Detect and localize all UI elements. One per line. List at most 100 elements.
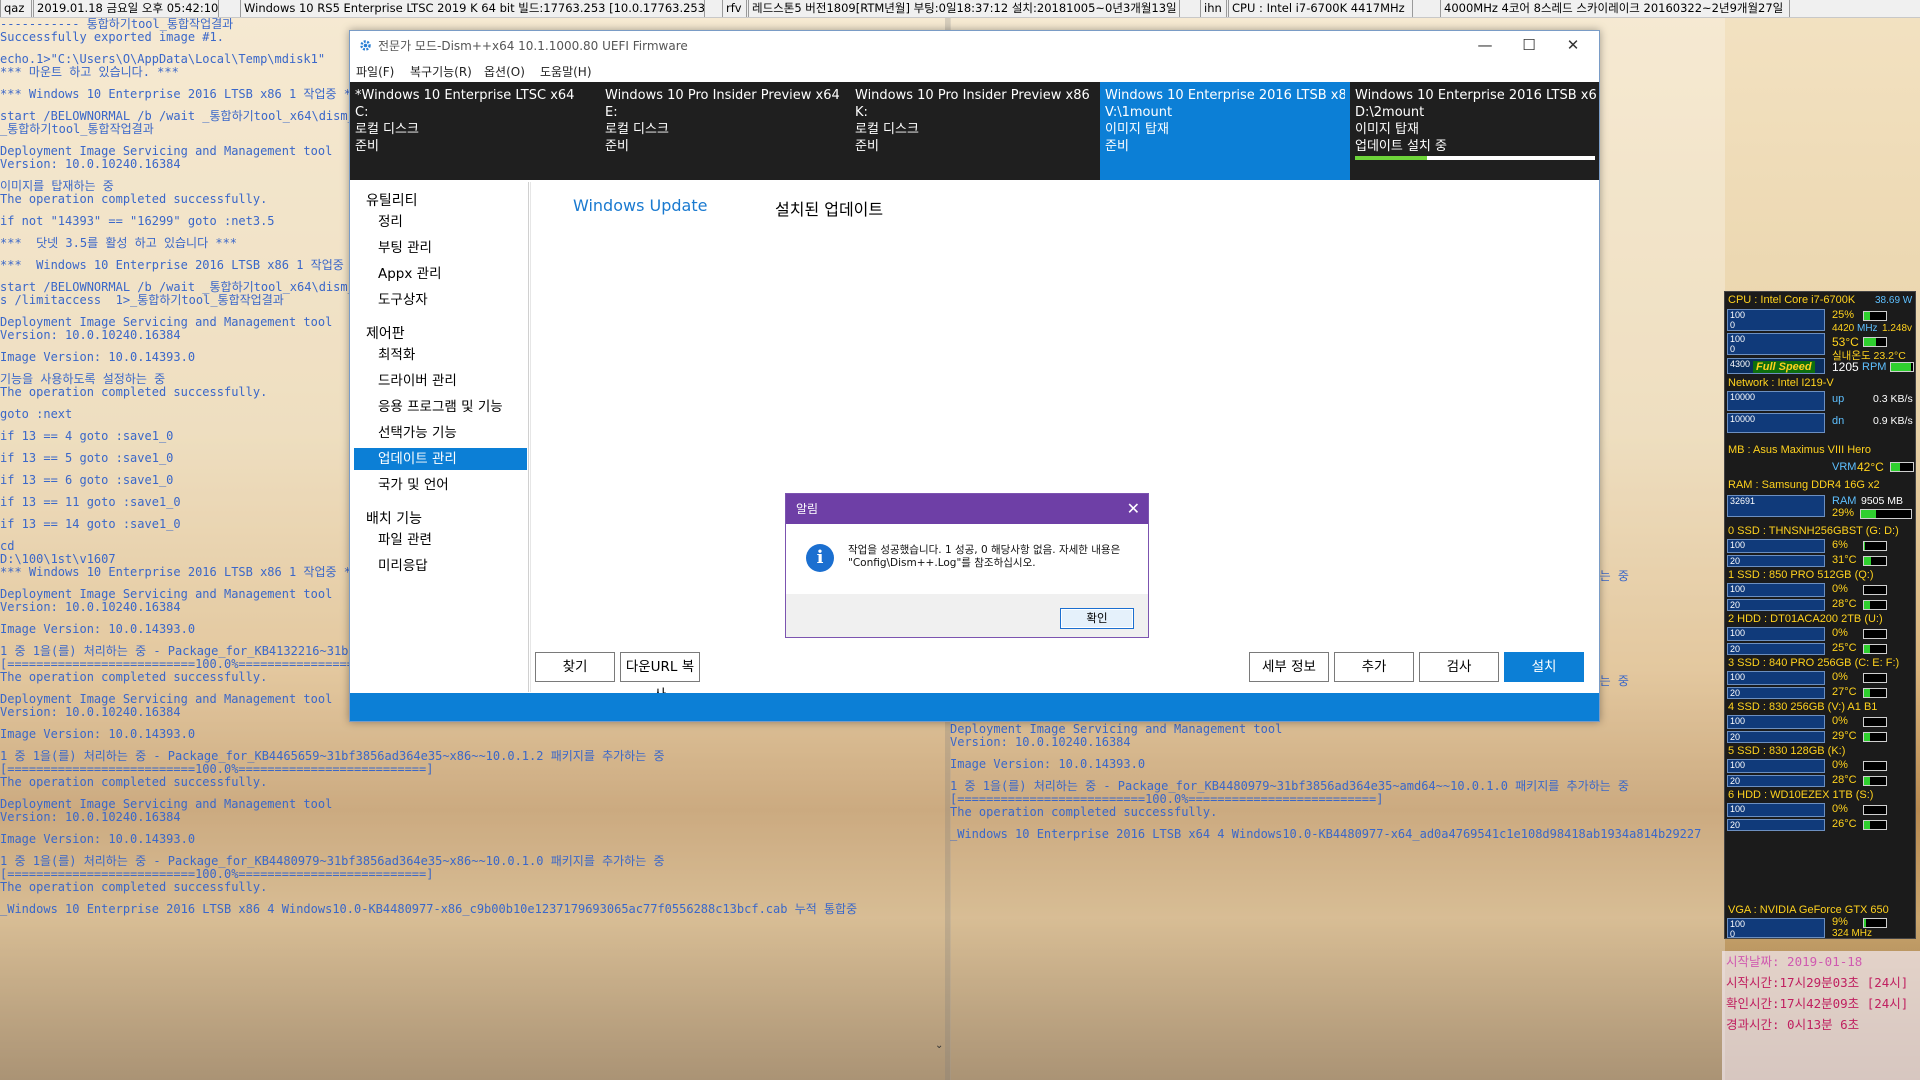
- copy-url-button[interactable]: 다운URL 복사: [620, 652, 700, 703]
- cpu-clock-unit: MHz: [1857, 323, 1878, 334]
- ram-label: RAM: [1832, 495, 1857, 507]
- tab-status: 업데이트 설치 중: [1355, 139, 1447, 154]
- tab-status: 준비: [855, 139, 879, 154]
- tab-path: D:\2mount: [1355, 105, 1425, 120]
- menu-bar: 파일(F) 복구기능(R) 옵션(O) 도움말(H): [350, 59, 1599, 81]
- minimize-icon[interactable]: —: [1463, 33, 1507, 57]
- tab-type: 로컬 디스크: [605, 122, 669, 137]
- tab-session-k[interactable]: Windows 10 Pro Insider Preview x86 K: 로컬…: [850, 82, 1100, 180]
- menu-file[interactable]: 파일(F): [356, 63, 394, 80]
- taskbar-cell: CPU : Intel i7-6700K 4417MHz: [1228, 0, 1413, 17]
- nav-item-updates[interactable]: 업데이트 관리: [354, 448, 527, 470]
- disk-header: 1 SSD : 850 PRO 512GB (Q:): [1728, 569, 1874, 581]
- tab-path: V:\1mount: [1105, 105, 1173, 120]
- dialog-title: 알림: [796, 502, 819, 516]
- disk-usage: 0%: [1832, 583, 1848, 595]
- disk-temp-bar: [1863, 556, 1887, 566]
- left-nav: 유틸리티 정리 부팅 관리 Appx 관리 도구상자 제어판 최적화 드라이버 …: [352, 182, 529, 692]
- ram-graph: 32691: [1727, 495, 1825, 517]
- nav-item-cleanup[interactable]: 정리: [354, 211, 527, 233]
- ok-button[interactable]: 확인: [1060, 608, 1134, 629]
- title-bar[interactable]: 전문가 모드-Dism++x64 10.1.1000.80 UEFI Firmw…: [350, 31, 1599, 59]
- tab-path: K:: [855, 105, 868, 120]
- status-bar: [350, 693, 1599, 721]
- console-line: _Windows 10 Enterprise 2016 LTSB x64 4 W…: [950, 827, 1702, 841]
- disk-temp: 29°C: [1832, 730, 1857, 742]
- tab-status: 준비: [1105, 139, 1129, 154]
- disk-usage-graph: 100: [1727, 583, 1825, 597]
- taskbar-cell: 4000MHz 4코어 8스레드 스카이레이크 20160322~2년9개월27…: [1440, 0, 1790, 17]
- disk-temp: 28°C: [1832, 774, 1857, 786]
- nav-item-files[interactable]: 파일 관련: [354, 529, 527, 551]
- nav-group-utility: 유틸리티: [366, 193, 418, 209]
- nav-item-toolbox[interactable]: 도구상자: [354, 289, 527, 311]
- disk-temp-bar: [1863, 688, 1887, 698]
- tab-status: 준비: [605, 139, 629, 154]
- tab-windows-update[interactable]: Windows Update: [573, 196, 707, 215]
- nav-item-answer[interactable]: 미리응답: [354, 555, 527, 577]
- menu-recovery[interactable]: 복구기능(R): [410, 63, 472, 80]
- cpu-temp: 53°C: [1832, 335, 1859, 349]
- nav-item-apps[interactable]: 응용 프로그램 및 기능: [354, 396, 527, 418]
- dialog-title-bar[interactable]: 알림 ✕: [786, 494, 1148, 524]
- cpu-clock: 4420: [1832, 323, 1855, 334]
- cpu-watt: 38.69 W: [1875, 295, 1913, 306]
- disk-usage-graph: 100: [1727, 803, 1825, 817]
- scan-button[interactable]: 검사: [1419, 652, 1499, 682]
- mb-header: MB : Asus Maximus VIII Hero: [1728, 444, 1872, 456]
- tab-name: Windows 10 Enterprise 2016 LTSB x64: [1355, 88, 1596, 103]
- fan-rpm: 1205: [1832, 360, 1859, 374]
- window-title: 전문가 모드-Dism++x64 10.1.1000.80 UEFI Firmw…: [378, 39, 688, 53]
- fan-scale: 4300: [1730, 359, 1751, 369]
- nav-item-appx[interactable]: Appx 관리: [354, 263, 527, 285]
- disk-temp-graph: 20: [1727, 687, 1825, 699]
- close-icon[interactable]: ✕: [1551, 33, 1595, 57]
- disk-temp-graph: 20: [1727, 731, 1825, 743]
- ram-used: 9505 MB: [1861, 495, 1904, 507]
- taskbar-cell: Windows 10 RS5 Enterprise LTSC 2019 K 64…: [240, 0, 705, 17]
- net-up-label: up: [1832, 393, 1845, 405]
- tab-session-v[interactable]: Windows 10 Enterprise 2016 LTSB x86 V:\1…: [1100, 82, 1350, 180]
- nav-item-drivers[interactable]: 드라이버 관리: [354, 370, 527, 392]
- console-line: Version: 10.0.10240.16384: [950, 735, 1131, 749]
- nav-item-region[interactable]: 국가 및 언어: [354, 474, 527, 496]
- add-button[interactable]: 추가: [1334, 652, 1414, 682]
- cpu-temp-graph: 100 0: [1727, 333, 1825, 355]
- menu-help[interactable]: 도움말(H): [540, 63, 592, 80]
- disk-usage: 0%: [1832, 671, 1848, 683]
- notification-dialog: 알림 ✕ i 작업을 성공했습니다. 1 성공, 0 해당사항 없음. 자세한 …: [785, 493, 1149, 638]
- maximize-icon[interactable]: ☐: [1507, 33, 1551, 57]
- dialog-close-icon[interactable]: ✕: [1127, 494, 1140, 524]
- details-button[interactable]: 세부 정보: [1249, 652, 1329, 682]
- scroll-down-icon[interactable]: ⌄: [935, 1040, 943, 1051]
- console-line: Version: 10.0.10240.16384: [0, 810, 181, 824]
- ram-header: RAM : Samsung DDR4 16G x2: [1728, 479, 1880, 491]
- tab-session-e[interactable]: Windows 10 Pro Insider Preview x64 E: 로컬…: [600, 82, 850, 180]
- tab-session-c[interactable]: *Windows 10 Enterprise LTSC x64 C: 로컬 디스…: [350, 82, 600, 180]
- nav-item-features[interactable]: 선택가능 기능: [354, 422, 527, 444]
- console-line: Image Version: 10.0.14393.0: [950, 757, 1146, 771]
- tab-installed-updates[interactable]: 설치된 업데이트: [775, 196, 883, 220]
- taskbar-cell: ihn: [1200, 0, 1227, 17]
- vga-clock: 324 MHz: [1832, 928, 1873, 939]
- tab-path: E:: [605, 105, 618, 120]
- taskbar-cell: qaz: [0, 0, 32, 17]
- install-button[interactable]: 설치: [1504, 652, 1584, 682]
- taskbar-cell: rfv: [722, 0, 747, 17]
- nav-item-boot[interactable]: 부팅 관리: [354, 237, 527, 259]
- tab-session-d[interactable]: Windows 10 Enterprise 2016 LTSB x64 D:\2…: [1350, 82, 1601, 180]
- console-line: The operation completed successfully.: [950, 805, 1218, 819]
- disk-usage-graph: 100: [1727, 627, 1825, 641]
- disk-temp-graph: 20: [1727, 775, 1825, 787]
- nav-item-optimize[interactable]: 최적화: [354, 344, 527, 366]
- hardware-monitor: CPU : Intel Core i7-6700K 38.69 W 100 0 2…: [1724, 291, 1916, 939]
- tab-path: C:: [355, 105, 369, 120]
- menu-options[interactable]: 옵션(O): [484, 63, 525, 80]
- disk-usage-graph: 100: [1727, 759, 1825, 773]
- top-info-bar: qaz 2019.01.18 금요일 오후 05:42:10 Windows 1…: [0, 0, 1920, 18]
- ram-scale: 32691: [1730, 496, 1756, 506]
- disk-usage-graph: 100: [1727, 715, 1825, 729]
- disk-header: 0 SSD : THNSNH256GBST (G: D:): [1728, 525, 1899, 537]
- find-button[interactable]: 찾기: [535, 652, 615, 682]
